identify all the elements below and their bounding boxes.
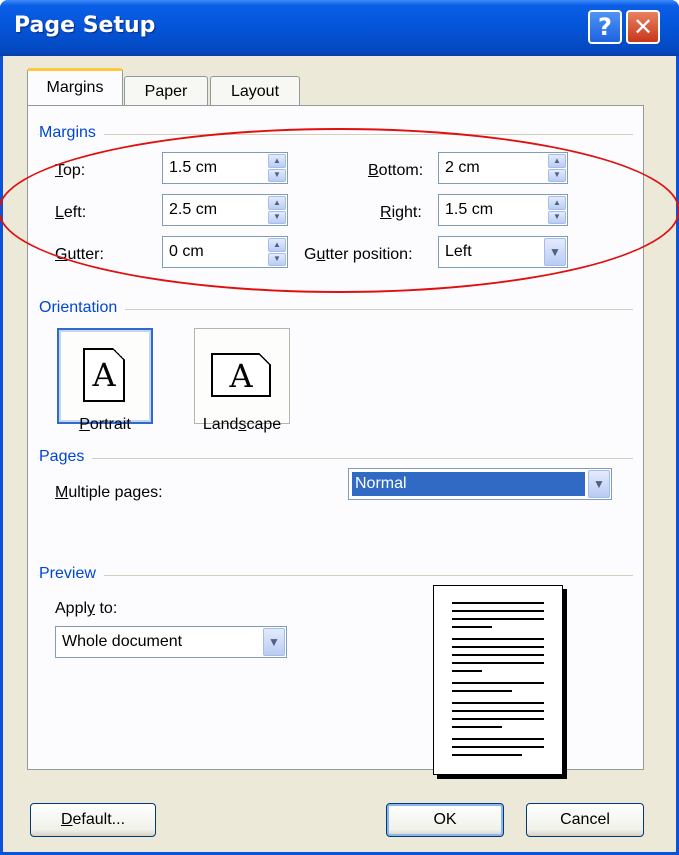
- chevron-down-icon[interactable]: ▼: [544, 238, 566, 266]
- margins-group-divider: [38, 134, 633, 135]
- spin-down-icon[interactable]: ▼: [548, 168, 566, 182]
- preview-group-label: Preview: [39, 565, 104, 583]
- ok-button-label: OK: [433, 811, 457, 828]
- top-label: Top:: [55, 162, 86, 179]
- bottom-margin-input[interactable]: 2 cm ▲ ▼: [438, 152, 568, 184]
- spin-up-icon[interactable]: ▲: [268, 238, 286, 252]
- spin-down-icon[interactable]: ▼: [268, 210, 286, 224]
- bottom-margin-spinner[interactable]: ▲ ▼: [548, 154, 566, 182]
- tab-layout-label: Layout: [230, 82, 280, 100]
- spin-down-icon[interactable]: ▼: [268, 168, 286, 182]
- help-button[interactable]: ?: [588, 10, 622, 44]
- pages-group-label: Pages: [39, 448, 93, 466]
- landscape-page-icon: A: [211, 353, 271, 397]
- apply-to-value: Whole document: [62, 633, 183, 650]
- gutter-position-label: Gutter position:: [304, 246, 413, 263]
- pages-group-divider: [38, 458, 633, 459]
- gutter-value: 0 cm: [169, 243, 204, 260]
- gutter-input[interactable]: 0 cm ▲ ▼: [162, 236, 288, 268]
- multiple-pages-label: Multiple pages:: [55, 484, 163, 501]
- preview-group-divider: [38, 575, 633, 576]
- portrait-button[interactable]: A: [57, 328, 153, 424]
- right-label: Right:: [380, 204, 422, 221]
- tab-margins[interactable]: Margins: [27, 68, 123, 105]
- gutter-position-value: Left: [445, 243, 472, 260]
- margins-group-label: Margins: [39, 124, 104, 142]
- bottom-label: Bottom:: [368, 162, 424, 179]
- orientation-group-divider: [38, 309, 633, 310]
- left-margin-input[interactable]: 2.5 cm ▲ ▼: [162, 194, 288, 226]
- right-margin-value: 1.5 cm: [445, 201, 494, 218]
- spin-down-icon[interactable]: ▼: [548, 210, 566, 224]
- chevron-down-icon[interactable]: ▼: [588, 470, 610, 498]
- multiple-pages-value: Normal: [352, 472, 585, 496]
- apply-to-select[interactable]: Whole document ▼: [55, 626, 287, 658]
- gutter-spinner[interactable]: ▲ ▼: [268, 238, 286, 266]
- default-button-label: Default...: [60, 811, 126, 828]
- window-title: Page Setup: [14, 13, 156, 38]
- default-button[interactable]: Default...: [30, 803, 156, 837]
- left-label: Left:: [55, 204, 87, 221]
- spin-up-icon[interactable]: ▲: [268, 196, 286, 210]
- tab-paper-label: Paper: [144, 82, 188, 100]
- top-margin-value: 1.5 cm: [169, 159, 218, 176]
- top-margin-spinner[interactable]: ▲ ▼: [268, 154, 286, 182]
- help-icon: ?: [598, 13, 612, 41]
- right-margin-spinner[interactable]: ▲ ▼: [548, 196, 566, 224]
- tab-margins-label: Margins: [46, 79, 104, 96]
- ok-button[interactable]: OK: [386, 803, 504, 837]
- title-bar: Page Setup ? ✕: [0, 0, 679, 56]
- chevron-down-icon[interactable]: ▼: [263, 628, 285, 656]
- gutter-label: Gutter:: [55, 246, 104, 263]
- landscape-button[interactable]: A: [194, 328, 290, 424]
- close-button[interactable]: ✕: [626, 10, 660, 44]
- bottom-margin-value: 2 cm: [445, 159, 480, 176]
- cancel-button-label: Cancel: [560, 811, 610, 828]
- landscape-label: Landscape: [202, 416, 282, 433]
- left-margin-value: 2.5 cm: [169, 201, 218, 218]
- portrait-page-icon: A: [83, 348, 125, 402]
- top-margin-input[interactable]: 1.5 cm ▲ ▼: [162, 152, 288, 184]
- spin-up-icon[interactable]: ▲: [548, 196, 566, 210]
- spin-up-icon[interactable]: ▲: [268, 154, 286, 168]
- multiple-pages-select[interactable]: Normal ▼: [348, 468, 612, 500]
- preview-page-thumbnail: [433, 585, 563, 775]
- gutter-position-select[interactable]: Left ▼: [438, 236, 568, 268]
- left-margin-spinner[interactable]: ▲ ▼: [268, 196, 286, 224]
- right-margin-input[interactable]: 1.5 cm ▲ ▼: [438, 194, 568, 226]
- tab-layout[interactable]: Layout: [210, 76, 300, 106]
- spin-up-icon[interactable]: ▲: [548, 154, 566, 168]
- close-icon: ✕: [632, 13, 654, 41]
- orientation-group-label: Orientation: [39, 299, 126, 317]
- tab-paper[interactable]: Paper: [124, 76, 208, 106]
- apply-to-label: Apply to:: [55, 600, 118, 617]
- portrait-label: Portrait: [79, 416, 131, 433]
- cancel-button[interactable]: Cancel: [526, 803, 644, 837]
- spin-down-icon[interactable]: ▼: [268, 252, 286, 266]
